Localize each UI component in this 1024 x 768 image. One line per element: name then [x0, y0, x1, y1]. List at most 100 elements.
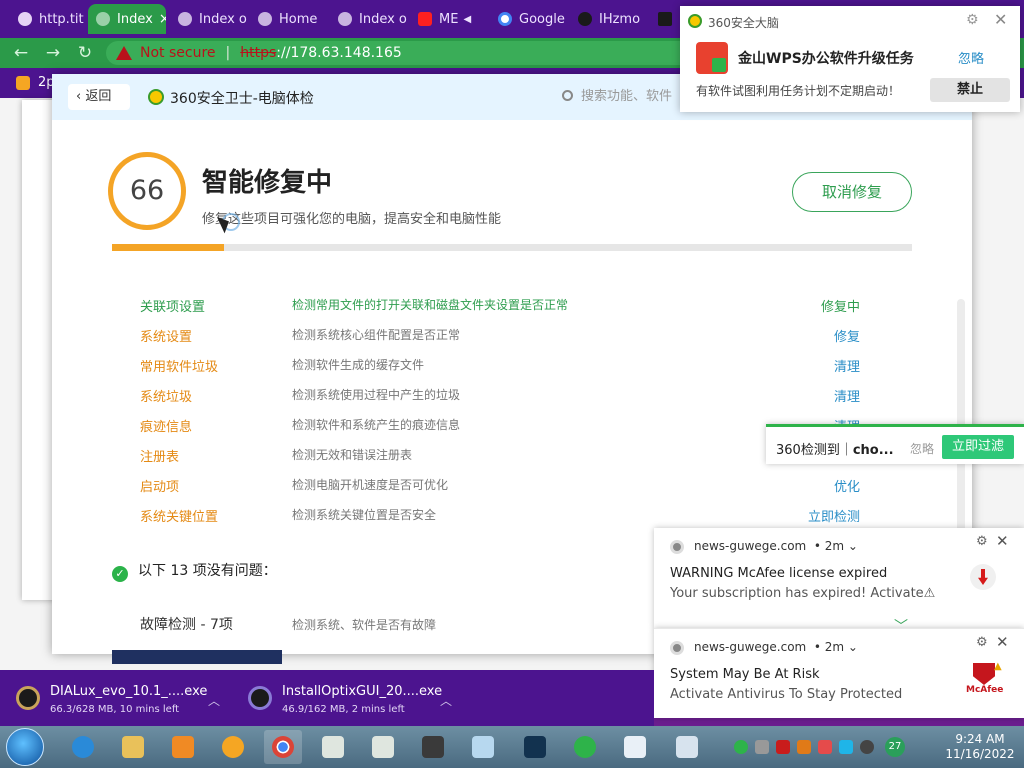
installer-icon [16, 686, 40, 710]
tab-label: http.tit [39, 11, 84, 27]
tab-index-active[interactable]: Index × [88, 4, 166, 34]
system-clock[interactable]: 9:24 AM 11/16/2022 [940, 732, 1020, 762]
tab-index-o-2[interactable]: Index o [330, 4, 410, 34]
item-desc: 检测系统核心组件配置是否正常 [292, 328, 461, 342]
list-item: 启动项 检测电脑开机速度是否可优化 优化 [140, 476, 860, 506]
globe-icon [258, 12, 272, 26]
start-button[interactable] [6, 728, 44, 766]
explorer-icon[interactable] [114, 730, 152, 764]
download-filename: DIALux_evo_10.1_....exe [50, 684, 208, 699]
ban-button[interactable]: 禁止 [930, 78, 1010, 102]
notification-source: news-guwege.com • 2m ⌄ [694, 640, 858, 654]
item-action[interactable]: 修复 [834, 326, 860, 345]
push-notification[interactable]: news-guwege.com • 2m ⌄ ⚙ ✕ System May Be… [654, 628, 1024, 718]
close-tab-icon[interactable]: × [159, 11, 166, 27]
tab-ihzmo[interactable]: IHzmo [570, 4, 650, 34]
list-item: 关联项设置 检测常用文件的打开关联和磁盘文件夹设置是否正常 修复中 [140, 296, 860, 326]
installer-icon[interactable] [414, 730, 452, 764]
tab-label: ME [439, 11, 459, 27]
document-icon[interactable] [314, 730, 352, 764]
monitor-icon[interactable] [839, 740, 853, 754]
gear-icon[interactable]: ⚙ [976, 534, 988, 549]
item-name: 系统关键位置 [140, 510, 219, 525]
item-action[interactable]: 立即检测 [808, 506, 860, 525]
close-icon[interactable]: ✕ [996, 532, 1009, 550]
tab-http-tit[interactable]: http.tit [10, 4, 88, 34]
search-placeholder: 搜索功能、软件 [581, 89, 673, 104]
download-filename: InstallOptixGUI_20....exe [282, 684, 443, 699]
filter-now-button[interactable]: 立即过滤 [942, 435, 1014, 459]
back-button[interactable]: ‹ 返回 [68, 84, 130, 110]
downloads-bar: DIALux_evo_10.1_....exe 66.3/628 MB, 10 … [0, 670, 654, 726]
tab-index-o[interactable]: Index o [170, 4, 250, 34]
warning-icon: ▲ [994, 661, 1002, 672]
item-desc: 检测系统关键位置是否安全 [292, 508, 437, 522]
tab-home[interactable]: Home [250, 4, 330, 34]
network-icon[interactable] [668, 730, 706, 764]
webcam-icon[interactable] [860, 740, 874, 754]
not-secure-label[interactable]: Not secure [140, 45, 216, 61]
tray-app-icon[interactable] [755, 740, 769, 754]
item-action[interactable]: 清理 [834, 386, 860, 405]
bookmark-icon [16, 76, 30, 90]
tray-app-icon[interactable] [797, 740, 811, 754]
tab-mcafee[interactable] [650, 4, 678, 34]
document-icon[interactable] [364, 730, 402, 764]
tab-me[interactable]: ME ◀ [410, 4, 490, 34]
item-name: 系统垃圾 [140, 390, 193, 405]
ignore-link[interactable]: 忽略 [910, 440, 934, 457]
item-action[interactable]: 优化 [834, 476, 860, 495]
reload-icon[interactable]: ↻ [74, 42, 96, 64]
gear-icon[interactable]: ⚙ [976, 635, 988, 650]
uc-browser-icon[interactable] [214, 730, 252, 764]
notepad-icon[interactable] [464, 730, 502, 764]
progress-fill [112, 244, 224, 251]
notification-age: • 2m ⌄ [813, 640, 858, 654]
forward-arrow-icon[interactable]: → [42, 42, 64, 64]
push-notification[interactable]: news-guwege.com • 2m ⌄ ⚙ ✕ WARNING McAfe… [654, 528, 1024, 635]
address-bar[interactable]: Not secure | https ://178.63.148.165 [106, 41, 696, 65]
mcafee-logo-icon: McAfee ▲ [966, 661, 1003, 703]
clock-date: 11/16/2022 [945, 747, 1015, 761]
media-player-icon[interactable] [164, 730, 202, 764]
tray-badge[interactable]: 27 [885, 737, 905, 757]
close-icon[interactable]: ✕ [994, 10, 1007, 29]
optix-icon[interactable] [516, 730, 554, 764]
status-subline: 修复这些项目可强化您的电脑，提高安全和电脑性能 [202, 212, 502, 227]
security-notification-popup: 360安全大脑 ⚙ ✕ 金山WPS办公软件升级任务 忽略 有软件试图利用任务计划… [680, 6, 1020, 112]
cancel-repair-button[interactable]: 取消修复 [792, 172, 912, 212]
item-action[interactable]: 修复中 [821, 296, 860, 315]
chrome-taskbar-icon[interactable] [264, 730, 302, 764]
chrome-icon [670, 540, 684, 554]
ie-icon[interactable] [64, 730, 102, 764]
app-logo-icon [148, 89, 164, 105]
installer-icon [248, 686, 272, 710]
globe-icon [338, 12, 352, 26]
back-arrow-icon[interactable]: ← [10, 42, 32, 64]
wps-writer-icon[interactable] [616, 730, 654, 764]
item-desc: 检测系统使用过程中产生的垃圾 [292, 388, 461, 402]
globe-icon [178, 12, 192, 26]
tab-label: IHzmo [599, 11, 641, 27]
close-icon[interactable]: ✕ [996, 633, 1009, 651]
url-scheme: https [240, 45, 277, 61]
check-circle-icon: ✓ [112, 566, 128, 582]
item-desc: 检测软件和系统产生的痕迹信息 [292, 418, 461, 432]
ignore-link[interactable]: 忽略 [958, 48, 984, 67]
chevron-up-icon[interactable]: ︿ [440, 692, 452, 709]
chevron-up-icon[interactable]: ︿ [208, 692, 220, 709]
360-security-icon[interactable] [566, 730, 604, 764]
item-name: 常用软件垃圾 [140, 360, 219, 375]
flag-icon[interactable] [818, 740, 832, 754]
tray-app-icon[interactable] [776, 740, 790, 754]
360-tray-icon[interactable] [734, 740, 748, 754]
google-icon [498, 12, 512, 26]
divider: | [225, 45, 231, 61]
gear-icon[interactable]: ⚙ [966, 12, 979, 28]
download-item[interactable]: DIALux_evo_10.1_....exe 66.3/628 MB, 10 … [16, 680, 226, 720]
tab-google[interactable]: Google [490, 4, 570, 34]
item-desc: 检测无效和错误注册表 [292, 448, 413, 462]
window-title: 360安全卫士-电脑体检 [170, 91, 314, 107]
download-item[interactable]: InstallOptixGUI_20....exe 46.9/162 MB, 2… [248, 680, 458, 720]
item-action[interactable]: 清理 [834, 356, 860, 375]
